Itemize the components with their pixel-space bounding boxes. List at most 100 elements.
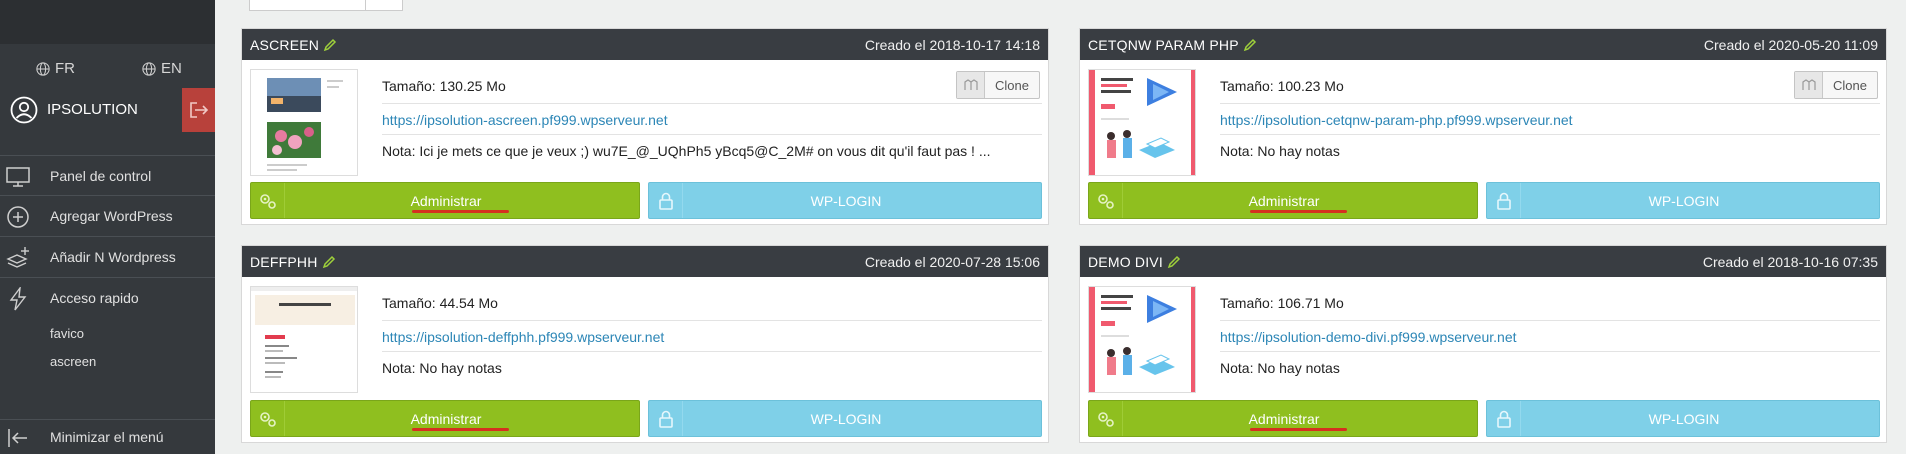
quick-link-ascreen[interactable]: ascreen — [50, 354, 96, 369]
minimize-menu[interactable]: Minimizar el menú — [0, 419, 215, 454]
note-row: Nota: No hay notas — [382, 352, 1042, 383]
clone-icon — [1795, 72, 1823, 98]
wp-login-button[interactable]: WP-LOGIN — [648, 182, 1042, 219]
site-size: Tamaño: 106.71 Mo — [1220, 295, 1344, 311]
card-title-text: DEFFPHH — [250, 254, 318, 270]
site-thumbnail-image — [1089, 70, 1195, 175]
url-row: https://ipsolution-ascreen.pf999.wpserve… — [382, 104, 1042, 135]
edit-pencil-icon[interactable] — [1167, 255, 1181, 269]
wp-login-button[interactable]: WP-LOGIN — [1486, 182, 1880, 219]
site-thumbnail[interactable] — [1088, 69, 1196, 176]
url-row: https://ipsolution-cetqnw-param-php.pf99… — [1220, 104, 1880, 135]
user-row[interactable]: IPSOLUTION — [0, 88, 215, 132]
administrar-button[interactable]: Administrar — [250, 182, 640, 219]
nav-acceso-rapido[interactable]: Acceso rapido — [0, 277, 215, 317]
site-card-deffphh: DEFFPHH Creado el 2020-07-28 15:06 Tamañ… — [241, 245, 1049, 443]
clone-button[interactable]: Clone — [1794, 71, 1878, 99]
site-url-link[interactable]: https://ipsolution-demo-divi.pf999.wpser… — [1220, 329, 1517, 345]
clone-button-label: Clone — [995, 78, 1029, 93]
annotation-underline — [412, 428, 509, 431]
annotation-underline — [412, 210, 509, 213]
site-thumbnail[interactable] — [250, 286, 358, 393]
url-row: https://ipsolution-demo-divi.pf999.wpser… — [1220, 321, 1880, 352]
clone-button[interactable]: Clone — [956, 71, 1040, 99]
clone-icon — [957, 72, 985, 98]
monitor-icon — [6, 167, 30, 187]
wp-login-label: WP-LOGIN — [810, 193, 882, 209]
note-row: Nota: No hay notas — [1220, 352, 1880, 383]
lang-en-label: EN — [161, 60, 182, 77]
card-date: Creado el 2020-07-28 15:06 — [864, 254, 1040, 270]
administrar-label: Administrar — [1248, 193, 1320, 209]
size-row: Tamaño: 130.25 Mo — [382, 69, 1042, 104]
sidebar-logo-area — [0, 0, 215, 44]
edit-pencil-icon[interactable] — [1243, 38, 1257, 52]
site-note: Nota: No hay notas — [1220, 143, 1340, 159]
size-row: Tamaño: 106.71 Mo — [1220, 286, 1880, 321]
lang-en[interactable]: EN — [142, 60, 182, 77]
administrar-label: Administrar — [410, 411, 482, 427]
card-title: DEFFPHH — [250, 254, 336, 270]
nav-agregar-wordpress[interactable]: Agregar WordPress — [0, 195, 215, 235]
administrar-button[interactable]: Administrar — [1088, 400, 1478, 437]
card-title: DEMO DIVI — [1088, 254, 1181, 270]
site-card-cetqnw-param-php: CETQNW PARAM PHP Creado el 2020-05-20 11… — [1079, 28, 1887, 225]
minimize-menu-label: Minimizar el menú — [50, 429, 164, 445]
collapse-menu-icon — [8, 429, 27, 447]
card-title-text: ASCREEN — [250, 37, 320, 53]
nav-anadir-n-wordpress[interactable]: Añadir N Wordpress — [0, 236, 215, 276]
note-row: Nota: Ici je mets ce que je veux ;) wu7E… — [382, 135, 1042, 166]
administrar-button[interactable]: Administrar — [250, 400, 640, 437]
site-thumbnail[interactable] — [250, 69, 358, 176]
globe-icon — [36, 61, 50, 76]
site-url-link[interactable]: https://ipsolution-ascreen.pf999.wpserve… — [382, 112, 668, 128]
card-header: ASCREEN Creado el 2018-10-17 14:18 — [242, 29, 1048, 60]
card-info: Tamaño: 44.54 Mo https://ipsolution-deff… — [382, 286, 1042, 383]
card-date: Creado el 2018-10-16 07:35 — [1702, 254, 1878, 270]
site-size: Tamaño: 130.25 Mo — [382, 78, 506, 94]
site-thumbnail-image — [1089, 287, 1195, 392]
layers-plus-icon — [6, 247, 29, 268]
size-row: Tamaño: 44.54 Mo — [382, 286, 1042, 321]
site-size: Tamaño: 100.23 Mo — [1220, 78, 1344, 94]
administrar-label: Administrar — [1248, 411, 1320, 427]
lightning-icon — [9, 287, 27, 311]
wp-login-button[interactable]: WP-LOGIN — [1486, 400, 1880, 437]
sidebar: FR EN IPSOLUTION Panel de control Agrega… — [0, 0, 215, 454]
site-card-demo-divi: DEMO DIVI Creado el 2018-10-16 07:35 Tam… — [1079, 245, 1887, 443]
site-thumbnail[interactable] — [1088, 286, 1196, 393]
wp-login-label: WP-LOGIN — [1648, 411, 1720, 427]
edit-pencil-icon[interactable] — [322, 255, 336, 269]
card-date: Creado el 2020-05-20 11:09 — [1703, 37, 1878, 53]
card-date: Creado el 2018-10-17 14:18 — [864, 37, 1040, 53]
annotation-underline — [1250, 210, 1347, 213]
plus-circle-icon — [7, 206, 29, 228]
site-url-link[interactable]: https://ipsolution-deffphh.pf999.wpserve… — [382, 329, 664, 345]
card-title-text: DEMO DIVI — [1088, 254, 1163, 270]
card-title: CETQNW PARAM PHP — [1088, 37, 1257, 53]
wp-login-label: WP-LOGIN — [810, 411, 882, 427]
main-content: ASCREEN Creado el 2018-10-17 14:18 Tamañ… — [215, 0, 1906, 454]
logout-button[interactable] — [182, 88, 215, 132]
size-row: Tamaño: 100.23 Mo — [1220, 69, 1880, 104]
lang-fr-label: FR — [55, 60, 75, 77]
quick-link-favico[interactable]: favico — [50, 326, 84, 341]
nav-label: Panel de control — [50, 168, 152, 184]
annotation-underline — [1250, 428, 1347, 431]
card-header: CETQNW PARAM PHP Creado el 2020-05-20 11… — [1080, 29, 1886, 60]
card-info: Tamaño: 100.23 Mo https://ipsolution-cet… — [1220, 69, 1880, 166]
clone-button-label: Clone — [1833, 78, 1867, 93]
nav-label: Acceso rapido — [50, 290, 139, 306]
wp-login-label: WP-LOGIN — [1648, 193, 1720, 209]
card-header: DEFFPHH Creado el 2020-07-28 15:06 — [242, 246, 1048, 277]
site-url-link[interactable]: https://ipsolution-cetqnw-param-php.pf99… — [1220, 112, 1573, 128]
wp-login-button[interactable]: WP-LOGIN — [648, 400, 1042, 437]
note-row: Nota: No hay notas — [1220, 135, 1880, 166]
site-thumbnail-image — [251, 287, 357, 392]
administrar-button[interactable]: Administrar — [1088, 182, 1478, 219]
card-info: Tamaño: 106.71 Mo https://ipsolution-dem… — [1220, 286, 1880, 383]
lang-fr[interactable]: FR — [36, 60, 75, 77]
nav-panel-de-control[interactable]: Panel de control — [0, 155, 215, 195]
edit-pencil-icon[interactable] — [323, 38, 337, 52]
site-thumbnail-image — [251, 70, 357, 175]
